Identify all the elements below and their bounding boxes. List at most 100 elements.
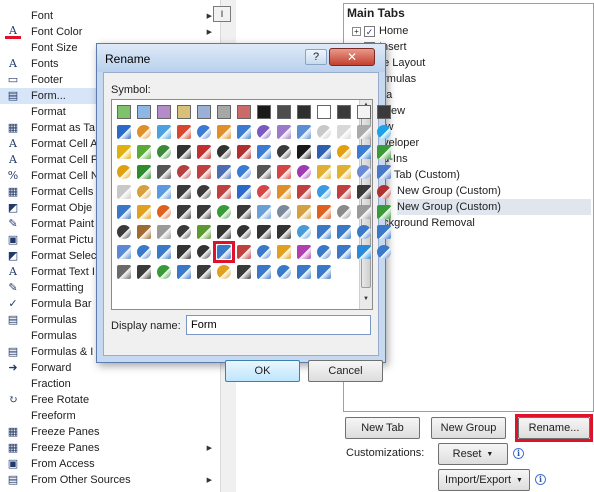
symbol-icon[interactable] xyxy=(297,105,311,119)
symbol-icon[interactable] xyxy=(317,185,331,199)
symbol-icon[interactable] xyxy=(217,185,231,199)
expand-icon[interactable]: + xyxy=(352,26,361,36)
symbol-icon[interactable] xyxy=(157,145,171,159)
symbol-icon[interactable] xyxy=(277,265,291,279)
ok-button[interactable]: OK xyxy=(225,360,300,382)
symbol-icon[interactable] xyxy=(357,125,371,139)
command-item[interactable]: Font ▶ xyxy=(0,8,220,24)
symbol-icon[interactable] xyxy=(197,225,211,239)
help-button[interactable]: ? xyxy=(305,49,327,65)
symbol-icon[interactable] xyxy=(257,245,271,259)
tab-tree-item[interactable]: ata xyxy=(377,87,591,103)
symbol-icon[interactable] xyxy=(117,205,131,219)
symbol-icon[interactable] xyxy=(137,245,151,259)
symbol-icon[interactable] xyxy=(257,145,271,159)
symbol-grid[interactable]: ▲ ▼ xyxy=(111,99,391,310)
font-size-combo[interactable]: I xyxy=(213,6,231,22)
symbol-icon[interactable] xyxy=(317,145,331,159)
symbol-icon[interactable] xyxy=(117,265,131,279)
symbol-icon[interactable] xyxy=(157,125,171,139)
symbol-icon[interactable] xyxy=(197,245,211,259)
dialog-titlebar[interactable]: Rename ? ✕ xyxy=(97,44,385,72)
command-item[interactable]: A Font Color ▶ xyxy=(0,24,220,40)
new-group-button[interactable]: New Group xyxy=(431,417,506,439)
symbol-icon[interactable] xyxy=(217,105,231,119)
symbol-icon[interactable] xyxy=(377,105,391,119)
symbol-icon[interactable] xyxy=(217,205,231,219)
tab-tree-item[interactable]: New Group (Custom) xyxy=(397,199,591,215)
symbol-icon[interactable] xyxy=(177,145,191,159)
command-item[interactable]: ▦ Freeze Panes xyxy=(0,424,220,440)
cancel-button[interactable]: Cancel xyxy=(308,360,383,382)
symbol-icon[interactable] xyxy=(137,125,151,139)
tab-tree-item[interactable]: ackground Removal xyxy=(377,215,591,231)
symbol-icon[interactable] xyxy=(297,225,311,239)
symbol-icon[interactable] xyxy=(117,145,131,159)
symbol-icon[interactable] xyxy=(377,145,391,159)
symbol-icon[interactable] xyxy=(297,165,311,179)
tab-tree-item[interactable]: eveloper xyxy=(377,135,591,151)
symbol-icon[interactable] xyxy=(277,245,291,259)
tab-tree-item[interactable]: eview xyxy=(377,103,591,119)
command-item[interactable]: ▣ From Access xyxy=(0,456,220,472)
symbol-icon[interactable] xyxy=(317,105,331,119)
symbol-icon[interactable] xyxy=(237,245,251,259)
symbol-icon[interactable] xyxy=(157,105,171,119)
tab-tree-item[interactable]: +✓Insert xyxy=(352,39,591,55)
symbol-icon[interactable] xyxy=(217,125,231,139)
symbol-icon[interactable] xyxy=(357,205,371,219)
symbol-icon[interactable] xyxy=(237,265,251,279)
symbol-icon[interactable] xyxy=(357,165,371,179)
tab-tree-item[interactable]: iew xyxy=(377,119,591,135)
symbol-icon[interactable] xyxy=(137,145,151,159)
symbol-icon[interactable] xyxy=(277,145,291,159)
tab-tree-item[interactable]: dd-Ins xyxy=(377,151,591,167)
symbol-icon[interactable] xyxy=(197,185,211,199)
symbol-icon[interactable] xyxy=(337,205,351,219)
symbol-icon[interactable] xyxy=(357,225,371,239)
symbol-icon[interactable] xyxy=(137,205,151,219)
symbol-icon[interactable] xyxy=(297,185,311,199)
symbol-icon[interactable] xyxy=(297,145,311,159)
symbol-icon[interactable] xyxy=(137,185,151,199)
symbol-icon[interactable] xyxy=(297,205,311,219)
symbol-icon[interactable] xyxy=(137,105,151,119)
symbol-icon[interactable] xyxy=(217,225,231,239)
symbol-icon[interactable] xyxy=(177,245,191,259)
symbol-icon[interactable] xyxy=(277,185,291,199)
symbol-icon[interactable] xyxy=(277,165,291,179)
command-item[interactable]: Fraction xyxy=(0,376,220,392)
symbol-icon[interactable] xyxy=(317,205,331,219)
reset-button[interactable]: Reset ▼ xyxy=(438,443,508,465)
symbol-icon[interactable] xyxy=(117,165,131,179)
symbol-icon[interactable] xyxy=(337,145,351,159)
symbol-icon[interactable] xyxy=(357,185,371,199)
symbol-icon[interactable] xyxy=(317,265,331,279)
symbol-icon[interactable] xyxy=(297,125,311,139)
tab-tree-item[interactable]: ge Layout xyxy=(377,55,591,71)
symbol-icon[interactable] xyxy=(177,265,191,279)
tab-tree-item[interactable]: + ✓ Home xyxy=(352,23,591,39)
symbol-icon[interactable] xyxy=(177,165,191,179)
symbol-icon[interactable] xyxy=(377,125,391,139)
symbol-icon[interactable] xyxy=(257,225,271,239)
close-button[interactable]: ✕ xyxy=(329,48,375,66)
symbol-icon[interactable] xyxy=(277,205,291,219)
symbol-icon[interactable] xyxy=(217,165,231,179)
symbol-icon[interactable] xyxy=(317,245,331,259)
symbol-icon[interactable] xyxy=(277,125,291,139)
command-item[interactable]: ▦ Freeze Panes ▶ xyxy=(0,440,220,456)
symbol-icon[interactable] xyxy=(197,165,211,179)
symbol-icon[interactable] xyxy=(337,225,351,239)
symbol-icon[interactable] xyxy=(117,105,131,119)
symbol-icon[interactable] xyxy=(337,125,351,139)
symbol-icon[interactable] xyxy=(137,265,151,279)
symbol-icon[interactable] xyxy=(337,245,351,259)
symbol-icon[interactable] xyxy=(217,265,231,279)
symbol-icon[interactable] xyxy=(317,225,331,239)
symbol-icon[interactable] xyxy=(337,165,351,179)
symbol-icon[interactable] xyxy=(377,205,391,219)
symbol-icon[interactable] xyxy=(257,265,271,279)
symbol-icon[interactable] xyxy=(177,225,191,239)
tab-tree-item[interactable]: ormulas xyxy=(377,71,591,87)
